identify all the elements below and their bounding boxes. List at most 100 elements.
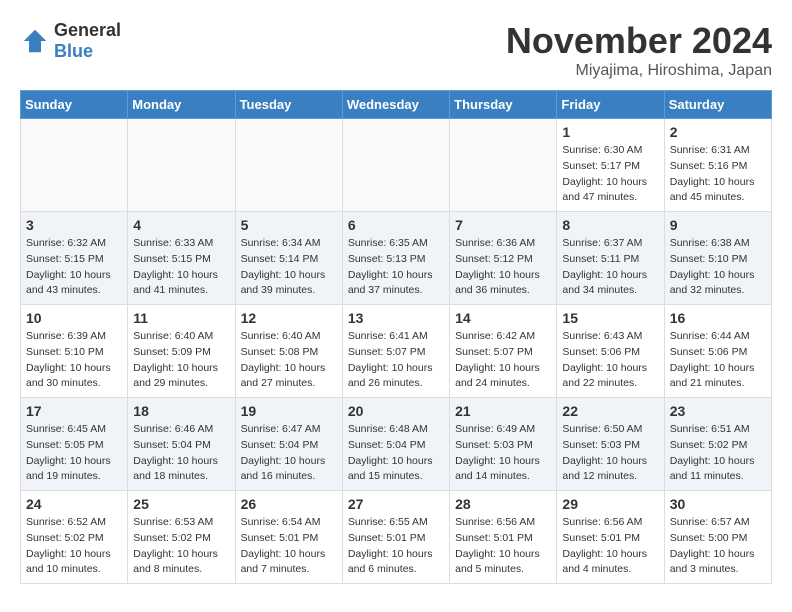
- calendar-cell: 14 Sunrise: 6:42 AM Sunset: 5:07 PM Dayli…: [450, 305, 557, 398]
- day-info: Sunrise: 6:40 AM Sunset: 5:09 PM Dayligh…: [133, 329, 229, 392]
- calendar-cell: 22 Sunrise: 6:50 AM Sunset: 5:03 PM Dayli…: [557, 398, 664, 491]
- day-info: Sunrise: 6:51 AM Sunset: 5:02 PM Dayligh…: [670, 422, 766, 485]
- day-number: 6: [348, 217, 444, 233]
- calendar-table: SundayMondayTuesdayWednesdayThursdayFrid…: [20, 90, 772, 584]
- logo-blue: Blue: [54, 41, 93, 61]
- calendar-week-row: 24 Sunrise: 6:52 AM Sunset: 5:02 PM Dayli…: [21, 491, 772, 584]
- day-info: Sunrise: 6:33 AM Sunset: 5:15 PM Dayligh…: [133, 236, 229, 299]
- calendar-cell: 13 Sunrise: 6:41 AM Sunset: 5:07 PM Dayli…: [342, 305, 449, 398]
- day-number: 28: [455, 496, 551, 512]
- logo: General Blue: [20, 20, 121, 62]
- day-number: 17: [26, 403, 122, 419]
- day-number: 21: [455, 403, 551, 419]
- day-info: Sunrise: 6:41 AM Sunset: 5:07 PM Dayligh…: [348, 329, 444, 392]
- day-number: 8: [562, 217, 658, 233]
- day-number: 30: [670, 496, 766, 512]
- calendar-week-row: 1 Sunrise: 6:30 AM Sunset: 5:17 PM Daylig…: [21, 119, 772, 212]
- day-info: Sunrise: 6:48 AM Sunset: 5:04 PM Dayligh…: [348, 422, 444, 485]
- calendar-cell: 27Sunrise: 6:55 AM Sunset: 5:01 PM Dayli…: [342, 491, 449, 584]
- day-number: 27: [348, 496, 444, 512]
- header-wednesday: Wednesday: [342, 91, 449, 119]
- day-info: Sunrise: 6:53 AM Sunset: 5:02 PM Dayligh…: [133, 515, 229, 578]
- calendar-cell: [21, 119, 128, 212]
- day-number: 1: [562, 124, 658, 140]
- day-number: 18: [133, 403, 229, 419]
- calendar-week-row: 17 Sunrise: 6:45 AM Sunset: 5:05 PM Dayli…: [21, 398, 772, 491]
- calendar-cell: 5Sunrise: 6:34 AM Sunset: 5:14 PM Daylig…: [235, 212, 342, 305]
- header-tuesday: Tuesday: [235, 91, 342, 119]
- day-info: Sunrise: 6:36 AM Sunset: 5:12 PM Dayligh…: [455, 236, 551, 299]
- header: General Blue November 2024 Miyajima, Hir…: [20, 20, 772, 80]
- calendar-cell: [342, 119, 449, 212]
- calendar-cell: 18Sunrise: 6:46 AM Sunset: 5:04 PM Dayli…: [128, 398, 235, 491]
- calendar-cell: 2 Sunrise: 6:31 AM Sunset: 5:16 PM Daylig…: [664, 119, 771, 212]
- calendar-cell: 8 Sunrise: 6:37 AM Sunset: 5:11 PM Daylig…: [557, 212, 664, 305]
- day-info: Sunrise: 6:56 AM Sunset: 5:01 PM Dayligh…: [562, 515, 658, 578]
- calendar-cell: 25 Sunrise: 6:53 AM Sunset: 5:02 PM Dayli…: [128, 491, 235, 584]
- day-info: Sunrise: 6:40 AM Sunset: 5:08 PM Dayligh…: [241, 329, 337, 392]
- day-info: Sunrise: 6:47 AM Sunset: 5:04 PM Dayligh…: [241, 422, 337, 485]
- day-info: Sunrise: 6:54 AM Sunset: 5:01 PM Dayligh…: [241, 515, 337, 578]
- calendar-cell: [235, 119, 342, 212]
- day-number: 10: [26, 310, 122, 326]
- calendar-cell: 1 Sunrise: 6:30 AM Sunset: 5:17 PM Daylig…: [557, 119, 664, 212]
- header-thursday: Thursday: [450, 91, 557, 119]
- day-info: Sunrise: 6:39 AM Sunset: 5:10 PM Dayligh…: [26, 329, 122, 392]
- day-number: 22: [562, 403, 658, 419]
- day-info: Sunrise: 6:30 AM Sunset: 5:17 PM Dayligh…: [562, 143, 658, 206]
- calendar-cell: 21 Sunrise: 6:49 AM Sunset: 5:03 PM Dayli…: [450, 398, 557, 491]
- day-info: Sunrise: 6:37 AM Sunset: 5:11 PM Dayligh…: [562, 236, 658, 299]
- calendar-week-row: 3Sunrise: 6:32 AM Sunset: 5:15 PM Daylig…: [21, 212, 772, 305]
- day-info: Sunrise: 6:42 AM Sunset: 5:07 PM Dayligh…: [455, 329, 551, 392]
- calendar-cell: 11Sunrise: 6:40 AM Sunset: 5:09 PM Dayli…: [128, 305, 235, 398]
- day-number: 14: [455, 310, 551, 326]
- day-number: 4: [133, 217, 229, 233]
- day-number: 2: [670, 124, 766, 140]
- location-title: Miyajima, Hiroshima, Japan: [506, 62, 772, 80]
- calendar-cell: 3Sunrise: 6:32 AM Sunset: 5:15 PM Daylig…: [21, 212, 128, 305]
- day-number: 15: [562, 310, 658, 326]
- day-info: Sunrise: 6:52 AM Sunset: 5:02 PM Dayligh…: [26, 515, 122, 578]
- day-info: Sunrise: 6:38 AM Sunset: 5:10 PM Dayligh…: [670, 236, 766, 299]
- day-number: 26: [241, 496, 337, 512]
- calendar-header-row: SundayMondayTuesdayWednesdayThursdayFrid…: [21, 91, 772, 119]
- calendar-cell: 15 Sunrise: 6:43 AM Sunset: 5:06 PM Dayli…: [557, 305, 664, 398]
- calendar-cell: 4 Sunrise: 6:33 AM Sunset: 5:15 PM Daylig…: [128, 212, 235, 305]
- day-number: 13: [348, 310, 444, 326]
- day-info: Sunrise: 6:57 AM Sunset: 5:00 PM Dayligh…: [670, 515, 766, 578]
- day-info: Sunrise: 6:44 AM Sunset: 5:06 PM Dayligh…: [670, 329, 766, 392]
- day-info: Sunrise: 6:32 AM Sunset: 5:15 PM Dayligh…: [26, 236, 122, 299]
- calendar-cell: 20Sunrise: 6:48 AM Sunset: 5:04 PM Dayli…: [342, 398, 449, 491]
- day-number: 24: [26, 496, 122, 512]
- day-number: 7: [455, 217, 551, 233]
- calendar-cell: 7 Sunrise: 6:36 AM Sunset: 5:12 PM Daylig…: [450, 212, 557, 305]
- calendar-cell: 9 Sunrise: 6:38 AM Sunset: 5:10 PM Daylig…: [664, 212, 771, 305]
- calendar-cell: [450, 119, 557, 212]
- calendar-cell: 29Sunrise: 6:56 AM Sunset: 5:01 PM Dayli…: [557, 491, 664, 584]
- title-section: November 2024 Miyajima, Hiroshima, Japan: [506, 20, 772, 80]
- header-monday: Monday: [128, 91, 235, 119]
- header-saturday: Saturday: [664, 91, 771, 119]
- day-info: Sunrise: 6:31 AM Sunset: 5:16 PM Dayligh…: [670, 143, 766, 206]
- day-info: Sunrise: 6:35 AM Sunset: 5:13 PM Dayligh…: [348, 236, 444, 299]
- calendar-cell: 26 Sunrise: 6:54 AM Sunset: 5:01 PM Dayli…: [235, 491, 342, 584]
- logo-general: General: [54, 20, 121, 40]
- day-info: Sunrise: 6:45 AM Sunset: 5:05 PM Dayligh…: [26, 422, 122, 485]
- calendar-cell: 19 Sunrise: 6:47 AM Sunset: 5:04 PM Dayli…: [235, 398, 342, 491]
- header-sunday: Sunday: [21, 91, 128, 119]
- calendar-cell: 10 Sunrise: 6:39 AM Sunset: 5:10 PM Dayli…: [21, 305, 128, 398]
- calendar-cell: 30 Sunrise: 6:57 AM Sunset: 5:00 PM Dayli…: [664, 491, 771, 584]
- day-info: Sunrise: 6:43 AM Sunset: 5:06 PM Dayligh…: [562, 329, 658, 392]
- day-info: Sunrise: 6:50 AM Sunset: 5:03 PM Dayligh…: [562, 422, 658, 485]
- day-number: 12: [241, 310, 337, 326]
- day-number: 5: [241, 217, 337, 233]
- calendar-cell: 6 Sunrise: 6:35 AM Sunset: 5:13 PM Daylig…: [342, 212, 449, 305]
- day-info: Sunrise: 6:49 AM Sunset: 5:03 PM Dayligh…: [455, 422, 551, 485]
- calendar-cell: 17 Sunrise: 6:45 AM Sunset: 5:05 PM Dayli…: [21, 398, 128, 491]
- day-number: 19: [241, 403, 337, 419]
- calendar-cell: 16Sunrise: 6:44 AM Sunset: 5:06 PM Dayli…: [664, 305, 771, 398]
- day-number: 9: [670, 217, 766, 233]
- calendar-cell: 24 Sunrise: 6:52 AM Sunset: 5:02 PM Dayli…: [21, 491, 128, 584]
- day-number: 25: [133, 496, 229, 512]
- calendar-cell: 12 Sunrise: 6:40 AM Sunset: 5:08 PM Dayli…: [235, 305, 342, 398]
